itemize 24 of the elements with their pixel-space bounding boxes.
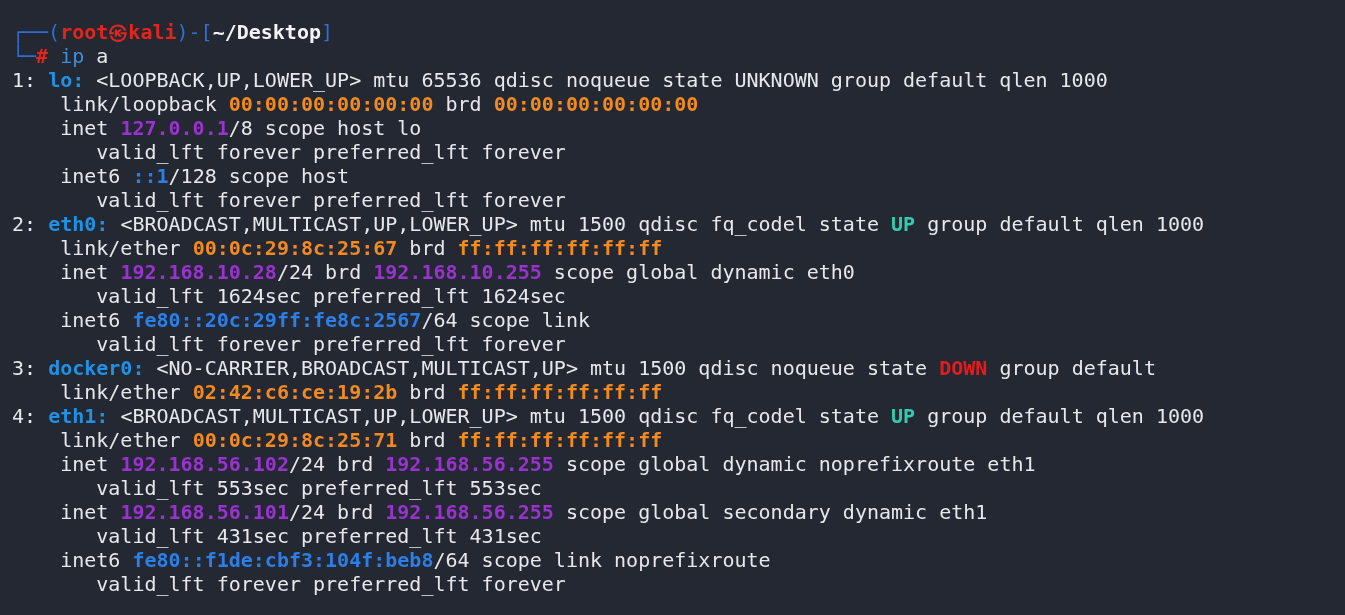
terminal-line: valid_lft forever preferred_lft forever xyxy=(95,140,566,164)
terminal-line: 2: eth0: <BROADCAST,MULTICAST,UP,LOWER_UP> mtu 1500 qdisc fq_codel state UP group default qlen 1000 xyxy=(12,212,1205,236)
terminal-line: inet 192.168.56.102/24 brd 192.168.56.255 scope global dynamic noprefixroute eth1 xyxy=(59,452,1036,476)
terminal-line: link/ether 00:0c:29:8c:25:67 brd ff:ff:ff:ff:ff:ff xyxy=(59,236,663,260)
terminal-line: valid_lft 553sec preferred_lft 553sec xyxy=(95,476,542,500)
terminal-line: valid_lft forever preferred_lft forever xyxy=(95,572,566,596)
terminal-line: link/ether 02:42:c6:ce:19:2b brd ff:ff:ff:ff:ff:ff xyxy=(59,380,663,404)
terminal-line: inet 127.0.0.1/8 scope host lo xyxy=(59,116,422,140)
terminal-line: 3: docker0: <NO-CARRIER,BROADCAST,MULTICAST,UP> mtu 1500 qdisc noqueue state DOWN group default xyxy=(12,356,1156,380)
terminal-line: inet6 fe80::20c:29ff:fe8c:2567/64 scope link xyxy=(59,308,590,332)
shell-prompt: └─# ip a xyxy=(12,44,109,68)
terminal-line: valid_lft 431sec preferred_lft 431sec xyxy=(95,524,542,548)
terminal-line: inet 192.168.56.101/24 brd 192.168.56.255 scope global secondary dynamic eth1 xyxy=(59,500,988,524)
terminal-line: link/loopback 00:00:00:00:00:00 brd 00:00:00:00:00:00 xyxy=(59,92,699,116)
shell-prompt: ┌──(root㉿kali)-[~/Desktop] xyxy=(12,20,334,44)
terminal-line: inet6 ::1/128 scope host xyxy=(59,164,350,188)
terminal-line: 4: eth1: <BROADCAST,MULTICAST,UP,LOWER_UP> mtu 1500 qdisc fq_codel state UP group default qlen 1000 xyxy=(12,404,1205,428)
terminal-line: inet6 fe80::f1de:cbf3:104f:beb8/64 scope link noprefixroute xyxy=(59,548,771,572)
terminal-line: valid_lft 1624sec preferred_lft 1624sec xyxy=(95,284,566,308)
terminal-line: link/ether 00:0c:29:8c:25:71 brd ff:ff:ff:ff:ff:ff xyxy=(59,428,663,452)
terminal-line: inet 192.168.10.28/24 brd 192.168.10.255 scope global dynamic eth0 xyxy=(59,260,855,284)
terminal-line: valid_lft forever preferred_lft forever xyxy=(95,332,566,356)
terminal-line: 1: lo: <LOOPBACK,UP,LOWER_UP> mtu 65536 qdisc noqueue state UNKNOWN group default qlen 1000 xyxy=(12,68,1108,92)
terminal-line: valid_lft forever preferred_lft forever xyxy=(95,188,566,212)
